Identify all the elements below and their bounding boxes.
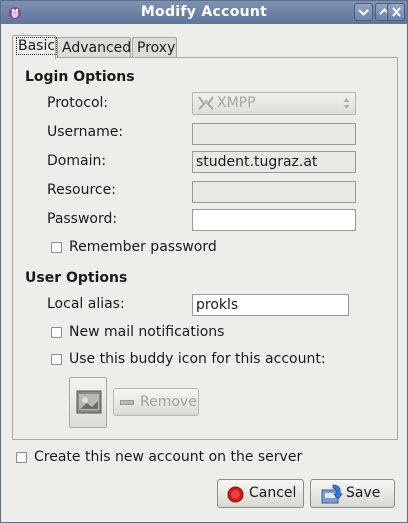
save-icon bbox=[321, 484, 343, 504]
new-mail-checkbox[interactable] bbox=[51, 327, 62, 338]
modify-account-dialog: Modify Account Basic Advanced Proxy Logi… bbox=[0, 0, 408, 523]
save-button[interactable]: Save bbox=[310, 479, 395, 508]
buddy-icon-button[interactable] bbox=[69, 377, 107, 428]
remember-password-label[interactable]: Remember password bbox=[69, 239, 217, 255]
login-options-heading: Login Options bbox=[25, 69, 135, 85]
resource-label: Resource: bbox=[47, 182, 116, 198]
combo-arrows-icon bbox=[343, 98, 350, 109]
close-icon bbox=[392, 7, 401, 17]
buddy-icon-label[interactable]: Use this buddy icon for this account: bbox=[69, 351, 326, 367]
username-label: Username: bbox=[47, 124, 124, 140]
tab-proxy[interactable]: Proxy bbox=[132, 37, 177, 58]
local-alias-field[interactable]: prokls bbox=[192, 294, 349, 316]
domain-label: Domain: bbox=[47, 153, 107, 169]
username-field[interactable] bbox=[192, 123, 356, 145]
remove-label: Remove bbox=[140, 394, 197, 410]
domain-field[interactable]: student.tugraz.at bbox=[192, 151, 356, 173]
local-alias-label: Local alias: bbox=[47, 296, 125, 312]
tab-advanced[interactable]: Advanced bbox=[57, 37, 131, 58]
minimize-button[interactable] bbox=[354, 3, 373, 21]
protocol-value: XMPP bbox=[217, 95, 256, 111]
buddy-icon-placeholder-icon bbox=[76, 390, 102, 414]
xmpp-icon bbox=[198, 96, 214, 110]
create-account-label[interactable]: Create this new account on the server bbox=[34, 449, 302, 465]
tab-advanced-label: Advanced bbox=[62, 40, 132, 56]
tab-proxy-label: Proxy bbox=[137, 40, 176, 56]
tab-basic-label: Basic bbox=[15, 37, 58, 55]
close-button[interactable] bbox=[387, 3, 405, 21]
remove-icon bbox=[120, 400, 134, 405]
remove-icon-button[interactable]: Remove bbox=[113, 388, 199, 416]
minimize-icon bbox=[358, 9, 369, 16]
remember-password-checkbox[interactable] bbox=[51, 242, 62, 253]
cancel-button[interactable]: Cancel bbox=[217, 479, 304, 508]
cancel-icon bbox=[227, 486, 244, 503]
password-field[interactable] bbox=[192, 209, 356, 231]
protocol-select[interactable]: XMPP bbox=[192, 92, 356, 115]
create-account-checkbox[interactable] bbox=[16, 452, 27, 463]
resource-field[interactable] bbox=[192, 181, 356, 203]
title-bar[interactable]: Modify Account bbox=[1, 1, 407, 24]
save-label: Save bbox=[346, 485, 381, 501]
user-options-heading: User Options bbox=[25, 270, 128, 286]
password-label: Password: bbox=[47, 211, 118, 227]
cancel-label: Cancel bbox=[249, 485, 297, 501]
window-title: Modify Account bbox=[140, 4, 268, 20]
tab-basic[interactable]: Basic bbox=[12, 35, 58, 59]
protocol-label: Protocol: bbox=[47, 95, 109, 111]
new-mail-label[interactable]: New mail notifications bbox=[69, 324, 224, 340]
buddy-icon-checkbox[interactable] bbox=[51, 354, 62, 365]
